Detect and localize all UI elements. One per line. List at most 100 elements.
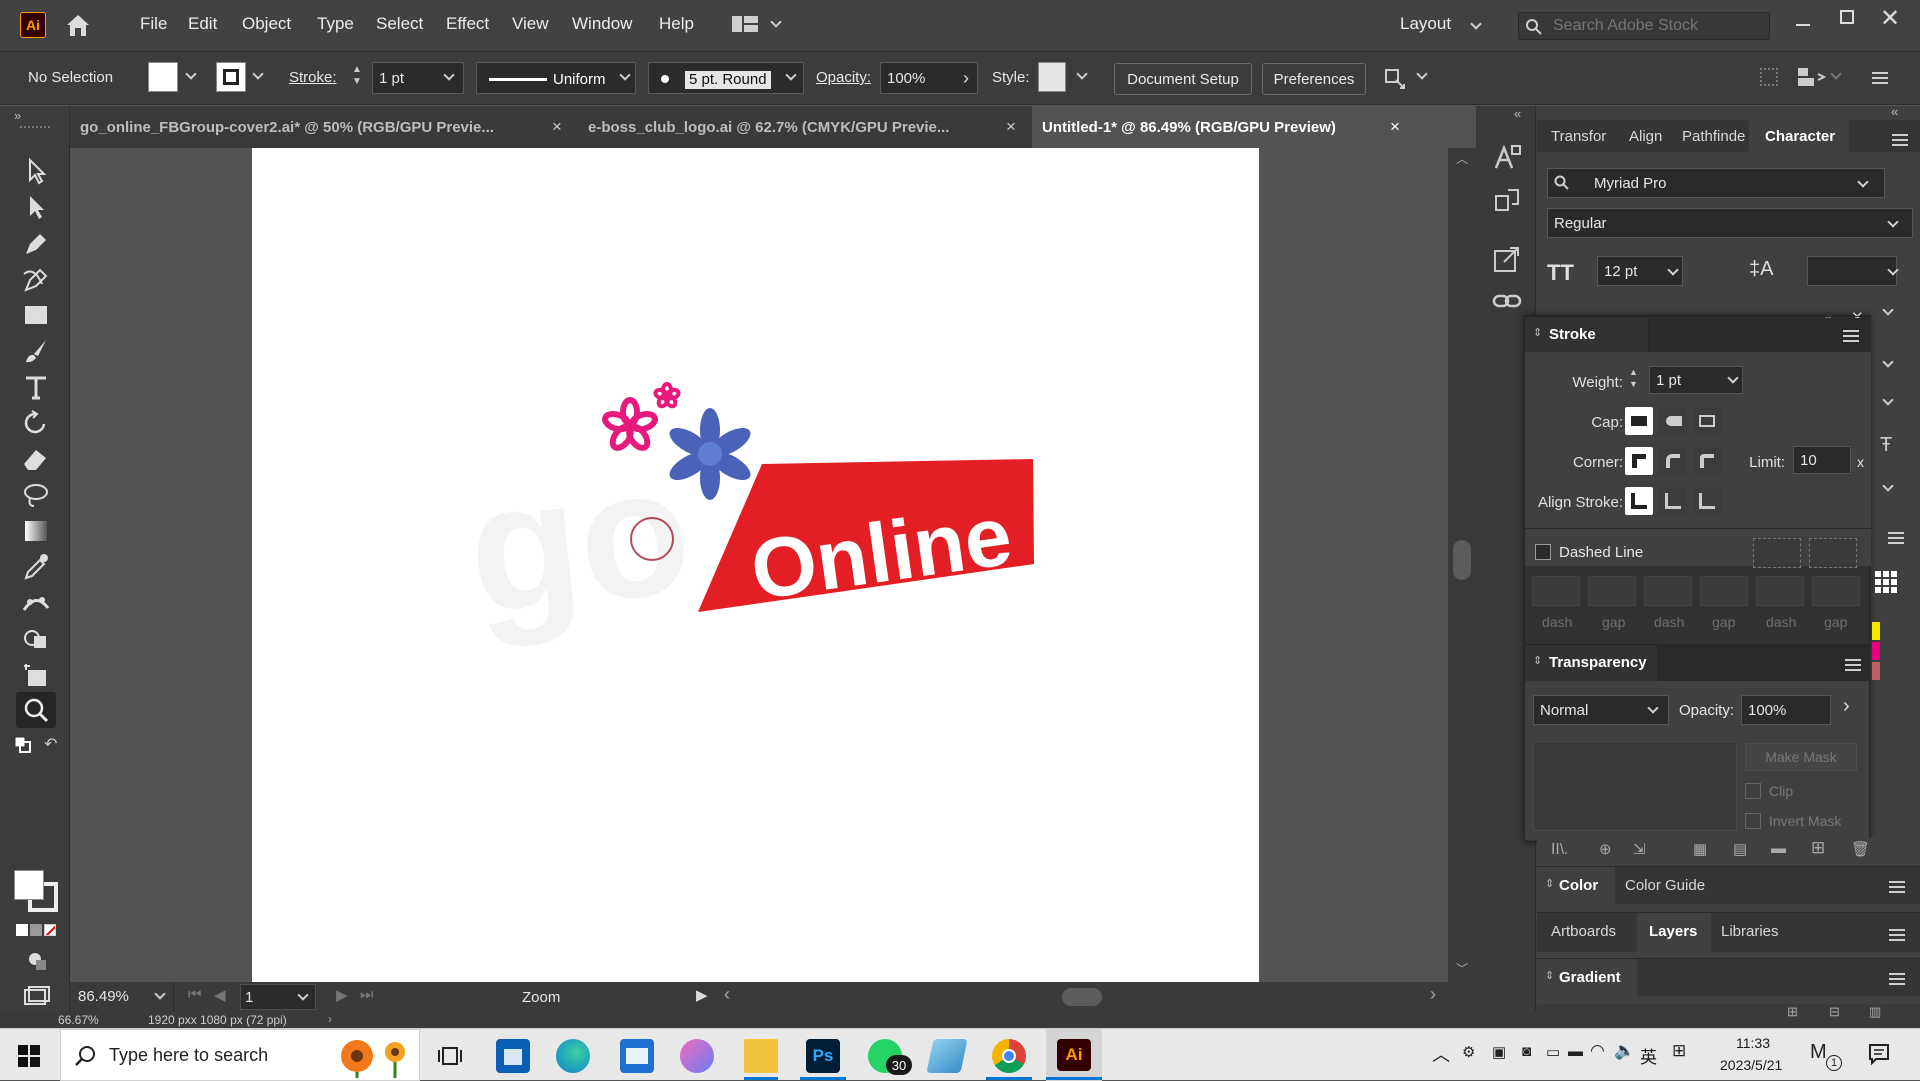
collapse-dock-icon[interactable]: « <box>1514 106 1521 121</box>
arrange-icon[interactable] <box>1760 68 1778 86</box>
list-view-icon[interactable]: ▤ <box>1733 840 1747 858</box>
strikethrough-icon[interactable]: Ŧ <box>1880 434 1892 457</box>
microsoft-store-icon[interactable] <box>496 1039 530 1073</box>
align-to-icon[interactable] <box>1382 66 1408 92</box>
tab-document-2[interactable]: e-boss_club_logo.ai @ 62.7% (CMYK/GPU Pr… <box>578 106 1030 148</box>
gradient-mode-button[interactable] <box>30 924 42 936</box>
round-join-icon[interactable] <box>1659 447 1687 475</box>
volume-icon[interactable]: 🔈 <box>1614 1041 1635 1061</box>
projecting-cap-icon[interactable] <box>1693 407 1721 435</box>
clock-date[interactable]: 2023/5/21 <box>1720 1057 1782 1073</box>
task-view-icon[interactable] <box>438 1045 462 1067</box>
menu-view[interactable]: View <box>512 14 549 34</box>
preferences-button[interactable]: Preferences <box>1262 63 1366 95</box>
next-artboard-icon[interactable]: ▶ <box>336 986 348 1004</box>
chevron-down-icon[interactable] <box>1076 68 1088 80</box>
workspace-switcher[interactable]: Layout <box>1400 14 1451 34</box>
chevron-down-icon[interactable] <box>154 988 166 1000</box>
tab-align[interactable]: Align <box>1629 128 1662 145</box>
last-artboard-icon[interactable]: ⏭ <box>360 986 374 1003</box>
swatches-grid-icon[interactable] <box>1874 570 1898 594</box>
eraser-tool-icon[interactable] <box>20 444 52 474</box>
chevron-right-icon[interactable]: › <box>963 68 969 89</box>
panel-menu-icon[interactable] <box>1845 659 1861 671</box>
footer-delete-icon[interactable]: ▥ <box>1869 1004 1881 1020</box>
menu-object[interactable]: Object <box>242 14 291 34</box>
align-dashes-icon[interactable] <box>1809 538 1857 568</box>
clip-checkbox[interactable] <box>1745 783 1761 799</box>
swatch-pattern[interactable] <box>1872 662 1880 680</box>
panel-menu-icon[interactable] <box>1889 881 1905 893</box>
zoom-level-field[interactable]: 86.49% <box>70 982 174 1012</box>
panel-menu-icon[interactable] <box>1889 929 1905 941</box>
links-panel-icon[interactable] <box>1492 286 1522 316</box>
preserve-dashes-icon[interactable] <box>1753 538 1801 568</box>
folder-icon[interactable]: ▬ <box>1771 840 1786 857</box>
illustrator-taskbar-button[interactable]: Ai <box>1046 1029 1102 1081</box>
puppet-warp-tool-icon[interactable] <box>20 588 52 618</box>
close-tab-icon[interactable]: × <box>1390 117 1400 137</box>
vertical-scrollbar[interactable]: ︿ ﹀ <box>1448 148 1476 982</box>
align-stroke-center-icon[interactable] <box>1625 487 1653 515</box>
character-panel-icon[interactable] <box>1492 142 1522 172</box>
align-stroke-inside-icon[interactable] <box>1659 487 1687 515</box>
transparency-panel-header[interactable]: ⇕ Transparency <box>1525 645 1657 681</box>
butt-cap-icon[interactable] <box>1625 407 1653 435</box>
menu-select[interactable]: Select <box>376 14 423 34</box>
tray-device-icon[interactable]: ▣ <box>1492 1043 1506 1061</box>
menu-effect[interactable]: Effect <box>446 14 489 34</box>
app-logo[interactable]: Ai <box>20 12 46 38</box>
clock-time[interactable]: 11:33 <box>1736 1035 1770 1051</box>
gradient-tool-icon[interactable] <box>20 516 52 546</box>
chevron-down-icon[interactable] <box>443 69 455 81</box>
artboard-number-field[interactable]: 1 <box>240 984 316 1010</box>
weight-stepper[interactable]: ▲ ▼ <box>1629 366 1638 390</box>
scroll-up-icon[interactable]: ︿ <box>1456 150 1468 167</box>
transparency-opacity-field[interactable]: 100% <box>1741 695 1831 725</box>
stroke-panel-header[interactable]: ⇕ Stroke <box>1525 318 1649 352</box>
font-style-field[interactable]: Regular <box>1547 208 1913 238</box>
windows-start-icon[interactable] <box>18 1045 40 1067</box>
tab-color-guide[interactable]: Color Guide <box>1625 877 1705 894</box>
close-tab-icon[interactable]: × <box>1006 117 1016 137</box>
opacity-field[interactable]: 100% › <box>880 62 978 94</box>
leading-field[interactable] <box>1807 256 1897 286</box>
variable-width-profile[interactable]: Uniform <box>476 62 636 94</box>
zoom-tool-button[interactable] <box>16 692 56 728</box>
horizontal-scroll-thumb[interactable] <box>1062 988 1102 1006</box>
copilot-app-icon[interactable] <box>680 1039 714 1073</box>
stroke-label[interactable]: Stroke: <box>289 69 337 86</box>
default-colors-icon[interactable] <box>14 736 32 754</box>
control-menu-icon[interactable] <box>1872 72 1888 84</box>
close-window-button[interactable]: ✕ <box>1880 4 1900 33</box>
chevron-down-icon[interactable] <box>770 16 782 28</box>
miter-join-icon[interactable] <box>1625 447 1653 475</box>
chevron-down-icon[interactable] <box>785 69 797 81</box>
panel-menu-icon[interactable] <box>1843 330 1859 342</box>
tab-document-3[interactable]: Untitled-1* @ 86.49% (RGB/GPU Preview) <box>1032 106 1476 148</box>
chevron-down-icon[interactable] <box>185 68 197 80</box>
menu-file[interactable]: File <box>140 14 167 34</box>
brush-definition[interactable]: 5 pt. Round <box>648 62 804 94</box>
wifi-icon[interactable]: ◠ <box>1590 1041 1605 1061</box>
close-tab-icon[interactable]: × <box>552 117 562 137</box>
chevron-down-icon[interactable] <box>297 989 309 1001</box>
panel-menu-icon[interactable] <box>1892 134 1908 146</box>
round-cap-icon[interactable] <box>1659 407 1687 435</box>
tab-gradient[interactable]: ⇕ Gradient <box>1537 959 1637 997</box>
chevron-down-icon[interactable] <box>619 69 631 81</box>
distribute-icon[interactable] <box>1796 66 1826 88</box>
notification-center-icon[interactable] <box>1868 1043 1890 1065</box>
none-mode-button[interactable] <box>44 924 56 936</box>
tab-document-1[interactable]: go_online_FBGroup-cover2.ai* @ 50% (RGB/… <box>70 106 570 148</box>
swap-colors-icon[interactable]: ↶ <box>44 734 57 754</box>
rectangle-tool-icon[interactable] <box>20 300 52 330</box>
notepad-app-icon[interactable] <box>926 1039 968 1073</box>
fill-swatch[interactable] <box>148 62 178 92</box>
battery-icon[interactable]: ▬ <box>1568 1043 1583 1060</box>
tab-transform[interactable]: Transfor <box>1551 128 1606 145</box>
direct-selection-tool-icon[interactable] <box>20 192 52 222</box>
type-tool-icon[interactable] <box>20 372 52 402</box>
swatch-group-icon[interactable]: ▦ <box>1693 840 1707 858</box>
curvature-tool-icon[interactable] <box>20 264 52 294</box>
